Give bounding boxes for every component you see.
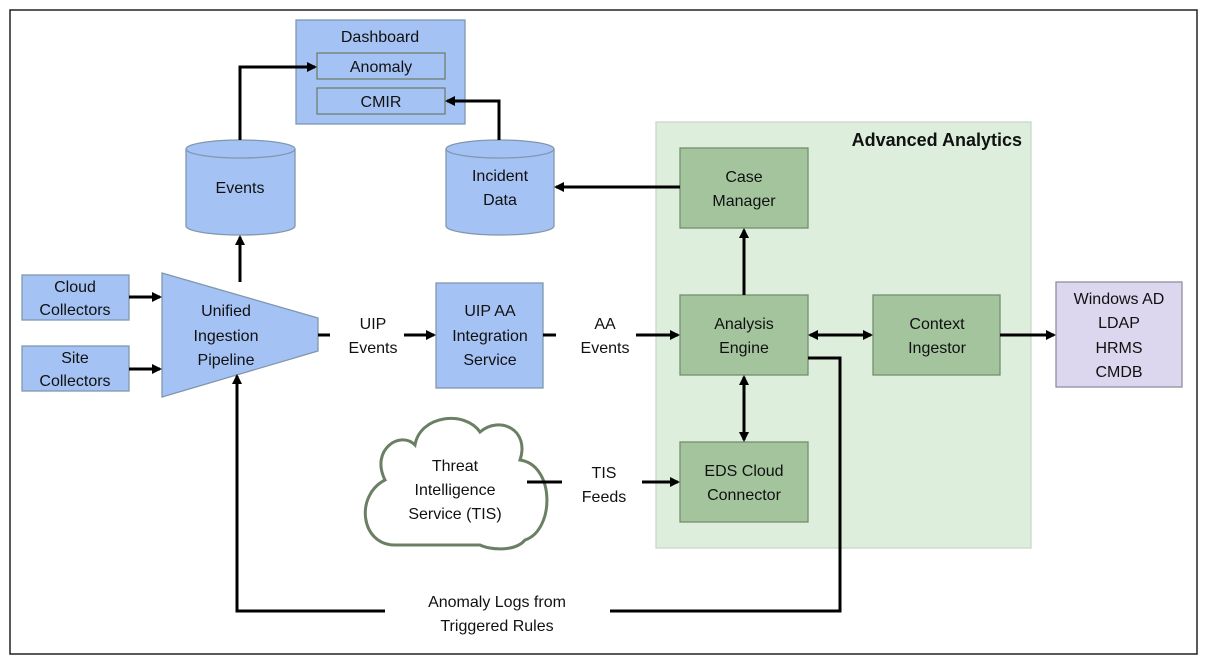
context-ingestor-node: Context Ingestor xyxy=(872,294,1001,376)
cmir-label: CMIR xyxy=(361,94,402,111)
aa-events-label-2: Events xyxy=(581,340,630,357)
directory-label-1: Windows AD xyxy=(1074,291,1165,308)
case-manager-label-2: Manager xyxy=(712,193,776,210)
uip-aa-integration-service-node: UIP AA Integration Service xyxy=(435,282,544,389)
uip-aa-label-1: UIP AA xyxy=(464,303,516,320)
analysis-engine-label-1: Analysis xyxy=(714,316,774,333)
eds-label-1: EDS Cloud xyxy=(704,463,783,480)
group-title: Advanced Analytics xyxy=(852,130,1022,150)
tis-feeds-label-1: TIS xyxy=(592,465,617,482)
directory-sources-node: Windows AD LDAP HRMS CMDB xyxy=(1055,281,1183,388)
context-ingestor-label-2: Ingestor xyxy=(908,340,966,357)
tis-feeds-label-2: Feeds xyxy=(582,489,626,506)
case-manager-label-1: Case xyxy=(725,169,762,186)
analysis-engine-label-2: Engine xyxy=(719,340,769,357)
eds-cloud-connector-node: EDS Cloud Connector xyxy=(679,441,809,523)
cloud-collectors-node: Cloud Collectors xyxy=(21,274,130,321)
case-manager-node: Case Manager xyxy=(679,147,809,229)
incident-label-1: Incident xyxy=(472,168,529,185)
uip-events-label-2: Events xyxy=(349,340,398,357)
dashboard-node: Dashboard Anomaly CMIR xyxy=(295,19,466,125)
uip-aa-label-2: Integration xyxy=(452,328,528,345)
site-collectors-label-2: Collectors xyxy=(39,373,110,390)
pipeline-label-1: Unified xyxy=(201,303,251,320)
cloud-collectors-label-1: Cloud xyxy=(54,279,96,296)
directory-label-2: LDAP xyxy=(1098,315,1140,332)
dashboard-label: Dashboard xyxy=(341,29,419,46)
events-database: Events xyxy=(185,139,296,236)
pipeline-label-2: Ingestion xyxy=(194,328,259,345)
architecture-diagram: Advanced Analytics Dashboard Anomaly CMI… xyxy=(9,9,1198,655)
events-label: Events xyxy=(216,180,265,197)
incident-label-2: Data xyxy=(483,192,517,209)
anomaly-logs-label-2: Triggered Rules xyxy=(440,618,553,635)
tis-label-3: Service (TIS) xyxy=(408,506,501,523)
cloud-collectors-label-2: Collectors xyxy=(39,302,110,319)
directory-label-3: HRMS xyxy=(1095,340,1142,357)
pipeline-label-3: Pipeline xyxy=(198,352,255,369)
context-ingestor-label-1: Context xyxy=(909,316,965,333)
anomaly-label: Anomaly xyxy=(350,59,412,76)
analysis-engine-node: Analysis Engine xyxy=(679,294,809,376)
tis-label-1: Threat xyxy=(432,458,479,475)
incident-data-database: Incident Data xyxy=(445,139,555,236)
eds-label-2: Connector xyxy=(707,487,781,504)
site-collectors-label-1: Site xyxy=(61,350,89,367)
uip-events-label-1: UIP xyxy=(360,316,387,333)
uip-aa-label-3: Service xyxy=(463,352,516,369)
tis-label-2: Intelligence xyxy=(415,482,496,499)
directory-label-4: CMDB xyxy=(1095,364,1142,381)
aa-events-label-1: AA xyxy=(594,316,616,333)
anomaly-logs-label-1: Anomaly Logs from xyxy=(428,594,566,611)
site-collectors-node: Site Collectors xyxy=(21,345,130,392)
